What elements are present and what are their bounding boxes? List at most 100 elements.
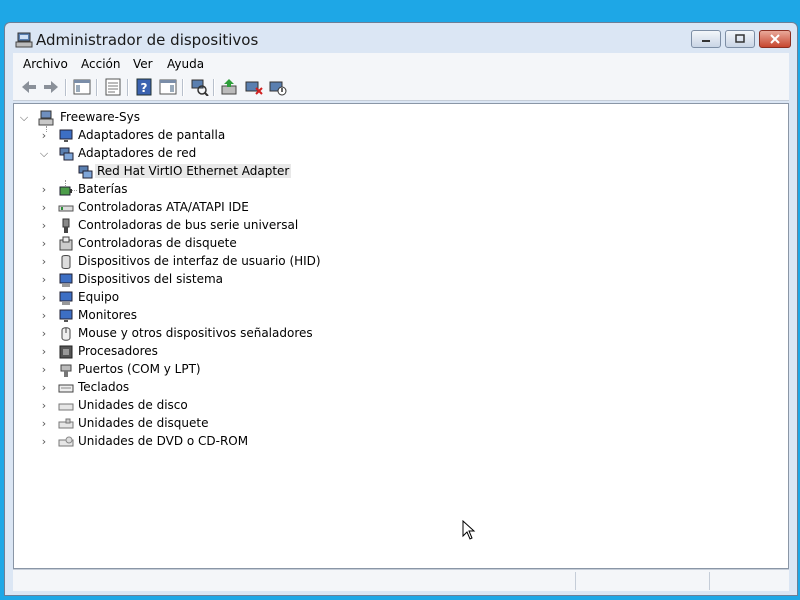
tree-device-label: Red Hat VirtIO Ethernet Adapter	[95, 164, 292, 178]
maximize-button[interactable]	[725, 30, 755, 48]
system-devices-icon	[59, 273, 73, 287]
menu-accion[interactable]: Acción	[81, 57, 120, 71]
tree-root[interactable]: ⌵ Freeware-Sys	[14, 109, 774, 127]
tree-category-item[interactable]: › Controladoras ATA/ATAPI IDE	[14, 199, 774, 217]
menu-ver[interactable]: Ver	[133, 57, 153, 71]
chevron-right-icon[interactable]: ›	[38, 129, 50, 143]
update-driver-icon[interactable]	[220, 78, 240, 96]
disk-drive-icon	[58, 403, 74, 411]
disable-icon[interactable]	[268, 78, 288, 96]
network-adapter-icon	[59, 147, 74, 161]
device-manager-icon	[15, 32, 33, 48]
tree-category-label: Dispositivos del sistema	[78, 272, 224, 286]
usb-icon	[62, 218, 70, 233]
chevron-right-icon[interactable]: ›	[38, 219, 50, 233]
chevron-right-icon[interactable]: ›	[38, 183, 50, 197]
tree-category-item[interactable]: › Dispositivos de interfaz de usuario (HI…	[14, 253, 774, 271]
toolbar-separator	[96, 79, 98, 96]
view-icon[interactable]	[158, 78, 178, 96]
chevron-right-icon[interactable]: ›	[38, 237, 50, 251]
tree-category-item[interactable]: › Controladoras de bus serie universal	[14, 217, 774, 235]
device-manager-window: Administrador de dispositivos Archivo Ac…	[4, 22, 798, 596]
close-icon	[770, 34, 780, 44]
title-bar[interactable]: Administrador de dispositivos	[5, 23, 797, 53]
chevron-right-icon[interactable]: ›	[38, 309, 50, 323]
device-tree[interactable]: ⌵ Freeware-Sys › Adaptadores de pantalla ⌵…	[13, 103, 789, 569]
floppy-controller-icon	[59, 236, 73, 251]
chevron-right-icon[interactable]: ›	[38, 273, 50, 287]
tree-category-item[interactable]: › Teclados	[14, 379, 774, 397]
status-bar	[13, 569, 789, 591]
tree-category-label: Controladoras ATA/ATAPI IDE	[78, 200, 249, 214]
chevron-right-icon[interactable]: ›	[38, 399, 50, 413]
chevron-down-icon[interactable]: ⌵	[18, 111, 30, 125]
tree-category-label: Unidades de disco	[78, 398, 188, 412]
network-card-icon	[78, 165, 93, 179]
tree-category-item[interactable]: › Mouse y otros dispositivos señaladores	[14, 325, 774, 343]
tree-category-label: Procesadores	[78, 344, 158, 358]
close-button[interactable]	[759, 30, 791, 48]
scan-hardware-icon[interactable]	[189, 78, 209, 96]
tree-category-label: Controladoras de disquete	[78, 236, 237, 250]
help-icon[interactable]: ?	[134, 78, 154, 96]
svg-text:?: ?	[141, 81, 148, 95]
tree-root-label: Freeware-Sys	[60, 110, 140, 124]
menu-archivo[interactable]: Archivo	[23, 57, 68, 71]
back-icon[interactable]	[19, 78, 39, 96]
toolbar-separator	[213, 79, 215, 96]
mouse-icon	[61, 327, 71, 341]
tree-category-item[interactable]: › Unidades de disquete	[14, 415, 774, 433]
tree-category-label: Unidades de DVD o CD-ROM	[78, 434, 249, 448]
chevron-right-icon[interactable]: ›	[38, 255, 50, 269]
tree-category-label: Adaptadores de pantalla	[78, 128, 226, 142]
chevron-right-icon[interactable]: ›	[38, 345, 50, 359]
mouse-cursor-icon	[462, 520, 476, 540]
minimize-icon	[702, 40, 710, 42]
tree-category-item[interactable]: › Monitores	[14, 307, 774, 325]
tree-category-item[interactable]: › Dispositivos del sistema	[14, 271, 774, 289]
tree-category-label: Equipo	[78, 290, 120, 304]
tree-category-label: Puertos (COM y LPT)	[78, 362, 201, 376]
computer-icon	[59, 291, 73, 305]
tree-device-item[interactable]: Red Hat VirtIO Ethernet Adapter	[14, 163, 774, 181]
chevron-right-icon[interactable]: ›	[38, 291, 50, 305]
chevron-right-icon[interactable]: ›	[38, 417, 50, 431]
tree-category-label: Unidades de disquete	[78, 416, 209, 430]
tree-category-item[interactable]: ⌵ Adaptadores de red	[14, 145, 774, 163]
tree-category-label: Dispositivos de interfaz de usuario (HID…	[78, 254, 321, 268]
chevron-down-icon[interactable]: ⌵	[38, 147, 50, 161]
status-separator	[709, 572, 710, 590]
port-icon	[60, 364, 72, 377]
uninstall-icon[interactable]	[244, 78, 264, 96]
tree-category-label: Monitores	[78, 308, 137, 322]
chevron-right-icon[interactable]: ›	[38, 381, 50, 395]
tree-category-item[interactable]: › Controladoras de disquete	[14, 235, 774, 253]
properties-icon[interactable]	[103, 78, 123, 96]
tree-category-item[interactable]: › Unidades de DVD o CD-ROM	[14, 433, 774, 451]
toolbar: ?	[13, 75, 789, 101]
tree-category-item[interactable]: › Puertos (COM y LPT)	[14, 361, 774, 379]
toolbar-separator	[65, 79, 67, 96]
show-hide-tree-icon[interactable]	[72, 78, 92, 96]
monitor-icon	[59, 129, 73, 142]
tree-category-item[interactable]: › Procesadores	[14, 343, 774, 361]
tree-category-item[interactable]: › Equipo	[14, 289, 774, 307]
menu-ayuda[interactable]: Ayuda	[167, 57, 204, 71]
chevron-right-icon[interactable]: ›	[38, 327, 50, 341]
tree-category-label: Adaptadores de red	[78, 146, 197, 160]
chevron-right-icon[interactable]: ›	[38, 201, 50, 215]
tree-category-item[interactable]: › Unidades de disco	[14, 397, 774, 415]
toolbar-separator	[182, 79, 184, 96]
toolbar-separator	[127, 79, 129, 96]
processor-icon	[59, 345, 73, 359]
hid-icon	[61, 255, 71, 269]
tree-category-item[interactable]: › Baterías	[14, 181, 774, 199]
chevron-right-icon[interactable]: ›	[38, 435, 50, 449]
forward-icon[interactable]	[41, 78, 61, 96]
tree-category-label: Baterías	[78, 182, 128, 196]
tree-category-label: Teclados	[78, 380, 130, 394]
tree-category-item[interactable]: › Adaptadores de pantalla	[14, 127, 774, 145]
computer-icon	[38, 110, 54, 126]
chevron-right-icon[interactable]: ›	[38, 363, 50, 377]
minimize-button[interactable]	[691, 30, 721, 48]
